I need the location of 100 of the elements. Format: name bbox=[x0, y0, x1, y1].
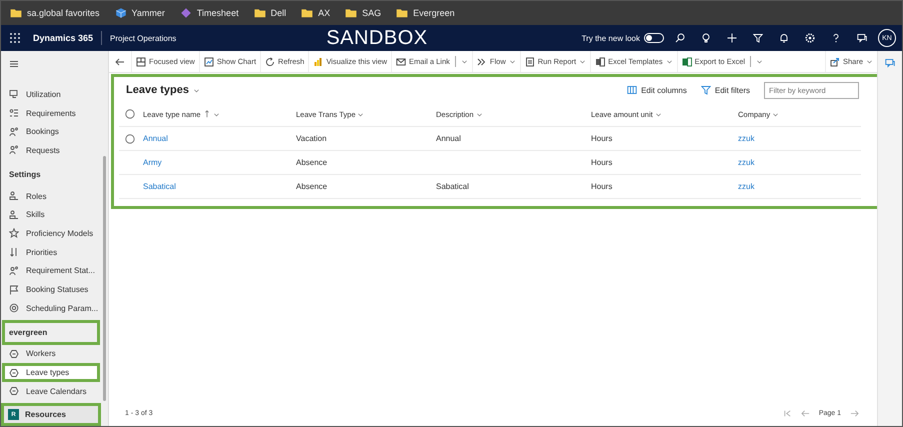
search-icon bbox=[675, 33, 685, 43]
flow-icon bbox=[476, 56, 487, 66]
new-look-toggle[interactable] bbox=[644, 33, 664, 43]
view-title[interactable]: Leave types bbox=[126, 84, 189, 96]
refresh-icon bbox=[265, 56, 276, 66]
chat-icon bbox=[857, 33, 867, 43]
gear-icon bbox=[9, 303, 19, 314]
bookmark-link[interactable]: AX bbox=[318, 8, 330, 18]
table-cell: Vacation bbox=[296, 134, 327, 143]
table-cell: Absence bbox=[296, 182, 328, 191]
nav-item[interactable]: Bookings bbox=[1, 122, 100, 142]
folder-icon bbox=[10, 7, 22, 19]
nav-item[interactable]: Utilization bbox=[1, 85, 100, 104]
bookmark-link[interactable]: Dell bbox=[270, 8, 286, 18]
app-launcher-icon bbox=[10, 33, 20, 43]
flag-icon bbox=[9, 284, 19, 295]
lightbulb-icon bbox=[701, 33, 711, 43]
chevron-down-icon bbox=[357, 110, 364, 118]
back-arrow-icon bbox=[115, 56, 125, 66]
record-link[interactable]: Annual bbox=[143, 134, 168, 143]
filter-icon bbox=[753, 33, 763, 43]
nav-item[interactable]: Requirements bbox=[1, 104, 100, 122]
plus-icon bbox=[727, 33, 737, 43]
chevron-down-icon bbox=[476, 110, 483, 118]
section-heading: Settings bbox=[8, 168, 42, 181]
people-icon bbox=[9, 266, 19, 276]
first-page-icon bbox=[782, 408, 792, 418]
next-page-icon bbox=[850, 408, 859, 418]
bookmark-link[interactable]: sa.global favorites bbox=[27, 8, 100, 18]
record-link[interactable]: Army bbox=[143, 158, 162, 167]
nav-item[interactable]: Proficiency Models bbox=[1, 224, 100, 243]
sort-icon bbox=[9, 247, 19, 258]
chevron-down-icon bbox=[772, 110, 780, 118]
chevron-down-icon bbox=[756, 58, 764, 65]
nav-item[interactable]: Roles bbox=[1, 186, 100, 206]
table-cell: Absence bbox=[296, 158, 328, 167]
chevron-down-icon bbox=[666, 58, 673, 65]
table-cell: Sabatical bbox=[436, 182, 469, 191]
record-link[interactable]: zzuk bbox=[738, 182, 754, 191]
record-link[interactable]: zzuk bbox=[738, 158, 754, 167]
folder-icon bbox=[345, 7, 358, 19]
person-icon bbox=[9, 210, 19, 220]
chevron-down-icon bbox=[866, 58, 873, 65]
section-heading: evergreen bbox=[2, 320, 100, 345]
cube-icon bbox=[114, 7, 127, 19]
people-icon bbox=[9, 126, 19, 137]
table-cell: Hours bbox=[591, 158, 612, 167]
monitor-icon bbox=[9, 89, 19, 100]
report-icon bbox=[524, 56, 535, 66]
bar-chart-icon bbox=[313, 56, 324, 66]
layout-icon bbox=[136, 56, 146, 66]
environment-label: SANDBOX bbox=[326, 26, 428, 50]
menu-icon bbox=[9, 59, 19, 69]
chevron-down-icon bbox=[460, 58, 468, 65]
filter-icon bbox=[700, 85, 711, 95]
nav-item[interactable]: Skills bbox=[1, 205, 100, 224]
columns-icon bbox=[627, 85, 638, 95]
spreadsheet-icon bbox=[595, 56, 606, 66]
chart-icon bbox=[204, 56, 214, 66]
bookmark-link[interactable]: SAG bbox=[362, 8, 382, 18]
nav-item[interactable]: Leave Calendars bbox=[1, 382, 100, 401]
new-look-label: Try the new look bbox=[582, 34, 640, 42]
bell-icon bbox=[779, 33, 789, 43]
app-name[interactable]: Dynamics 365 bbox=[33, 33, 94, 43]
folder-icon bbox=[301, 7, 314, 19]
list-icon bbox=[9, 108, 19, 118]
table-cell: Hours bbox=[591, 182, 612, 191]
nav-item[interactable]: Scheduling Param... bbox=[1, 298, 100, 318]
chevron-down-icon bbox=[212, 110, 220, 118]
row-checkbox[interactable] bbox=[125, 134, 135, 144]
share-icon bbox=[830, 56, 840, 66]
settings-icon bbox=[805, 33, 815, 43]
nav-item[interactable]: Priorities bbox=[1, 242, 100, 262]
grid-action-button[interactable]: Edit filters bbox=[700, 85, 750, 95]
grid-action-button[interactable]: Edit columns bbox=[627, 85, 687, 95]
diamond-icon bbox=[180, 7, 192, 19]
nav-item[interactable]: Booking Statuses bbox=[1, 280, 100, 299]
bookmark-link[interactable]: Evergreen bbox=[413, 8, 455, 18]
scrollbar[interactable] bbox=[103, 156, 106, 401]
chat-icon bbox=[885, 58, 895, 68]
table-cell: Hours bbox=[591, 134, 612, 143]
area-name: Project Operations bbox=[110, 34, 176, 42]
nav-item[interactable]: Requests bbox=[1, 141, 100, 160]
people-icon bbox=[9, 145, 19, 156]
person-icon bbox=[9, 191, 19, 202]
bookmark-link[interactable]: Timesheet bbox=[196, 8, 239, 18]
folder-icon bbox=[396, 7, 408, 19]
record-link[interactable]: zzuk bbox=[738, 134, 754, 143]
chevron-down-icon bbox=[579, 58, 586, 65]
nav-item[interactable]: Requirement Stat... bbox=[1, 262, 100, 280]
star-icon bbox=[9, 228, 19, 238]
envelope-icon bbox=[396, 56, 406, 66]
nav-item[interactable]: Leave types bbox=[2, 363, 100, 382]
previous-page-icon bbox=[800, 408, 810, 418]
table-cell: Annual bbox=[436, 134, 461, 143]
row-checkbox[interactable] bbox=[125, 109, 135, 119]
record-link[interactable]: Sabatical bbox=[143, 182, 176, 191]
chevron-down-icon bbox=[654, 110, 662, 118]
nav-item[interactable]: Workers bbox=[1, 344, 100, 364]
bookmark-link[interactable]: Yammer bbox=[132, 8, 165, 18]
